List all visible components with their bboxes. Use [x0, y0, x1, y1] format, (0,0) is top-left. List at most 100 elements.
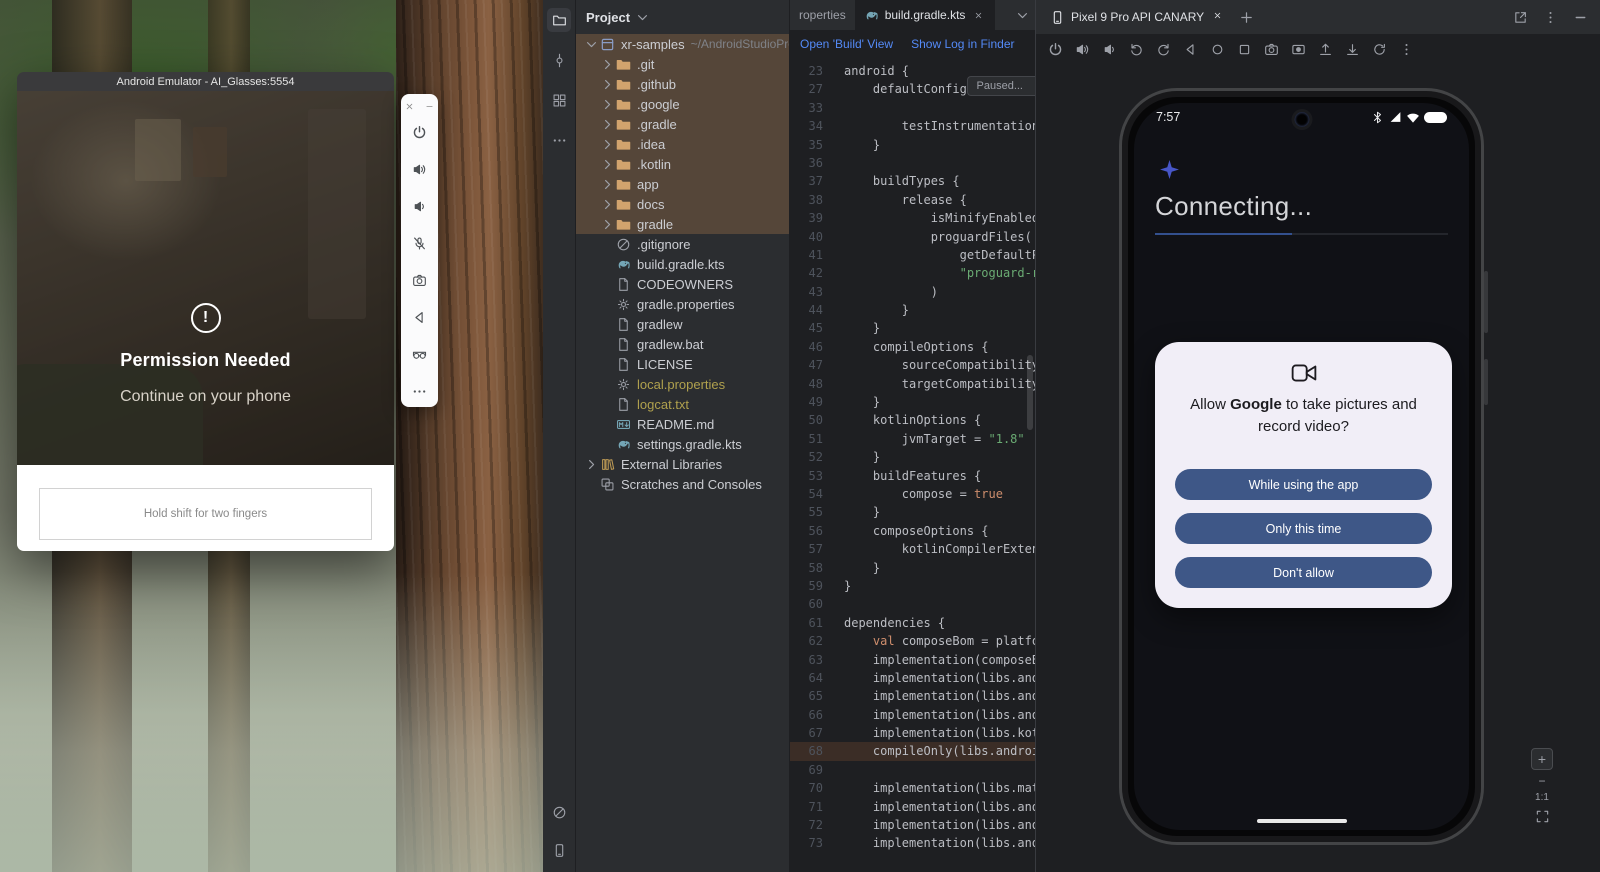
code-line-49[interactable]: 49 }: [790, 393, 1035, 411]
structure-tool-button[interactable]: [547, 88, 571, 112]
rotate-right-button[interactable]: [1152, 38, 1174, 60]
hide-panel-icon[interactable]: [1573, 10, 1588, 25]
code-line-54[interactable]: 54 compose = true: [790, 485, 1035, 503]
code-line-66[interactable]: 66 implementation(libs.andr: [790, 706, 1035, 724]
tree-item-gradle[interactable]: .gradle: [576, 114, 789, 134]
zoom-level[interactable]: 1:1: [1535, 792, 1549, 803]
download-button[interactable]: [1341, 38, 1363, 60]
volume-up-button[interactable]: [1071, 38, 1093, 60]
code-line-68[interactable]: 68 compileOnly(libs.android: [790, 742, 1035, 760]
restart-button[interactable]: [1368, 38, 1390, 60]
show-log-in-finder-link[interactable]: Show Log in Finder: [911, 37, 1014, 51]
tree-item-external-libraries[interactable]: External Libraries: [576, 454, 789, 474]
chevron-right-icon[interactable]: [584, 457, 599, 472]
tree-item-kotlin[interactable]: .kotlin: [576, 154, 789, 174]
tree-item-build-gradle-kts[interactable]: build.gradle.kts: [576, 254, 789, 274]
code-line-42[interactable]: 42 "proguard-ru: [790, 264, 1035, 282]
overview-nav-button[interactable]: [1233, 38, 1255, 60]
code-line-52[interactable]: 52 }: [790, 448, 1035, 466]
code-line-57[interactable]: 57 kotlinCompilerExtens: [790, 540, 1035, 558]
tab-build-gradle-kts[interactable]: build.gradle.kts: [855, 0, 996, 30]
home-nav-button[interactable]: [1206, 38, 1228, 60]
tree-item-gitignore[interactable]: .gitignore: [576, 234, 789, 254]
device-manager-tool-button[interactable]: [547, 838, 571, 862]
code-line-51[interactable]: 51 jvmTarget = "1.8": [790, 430, 1035, 448]
permission-button-don-t-allow[interactable]: Don't allow: [1175, 557, 1432, 588]
chevron-right-icon[interactable]: [600, 217, 615, 232]
code-line-39[interactable]: 39 isMinifyEnabled: [790, 209, 1035, 227]
volume-down-button[interactable]: [1098, 38, 1120, 60]
volume-up-button[interactable]: [408, 157, 432, 181]
tree-item-docs[interactable]: docs: [576, 194, 789, 214]
code-line-53[interactable]: 53 buildFeatures {: [790, 467, 1035, 485]
code-line-61[interactable]: 61dependencies {: [790, 614, 1035, 632]
code-line-47[interactable]: 47 sourceCompatibility: [790, 356, 1035, 374]
zoom-out-button[interactable]: −: [1538, 776, 1545, 786]
screenshot-button[interactable]: [1260, 38, 1282, 60]
close-tab-icon[interactable]: [971, 8, 986, 23]
home-indicator[interactable]: [1257, 819, 1347, 823]
device-screen[interactable]: 7:57 Connecting... Allow Google to take …: [1134, 103, 1469, 830]
more-button[interactable]: [408, 379, 432, 403]
code-editor[interactable]: 23android {27 defaultConfig {3334 testIn…: [790, 62, 1035, 872]
zoom-in-button[interactable]: +: [1531, 748, 1553, 770]
problems-tool-button[interactable]: [547, 800, 571, 824]
more-tool-button[interactable]: [547, 128, 571, 152]
code-line-65[interactable]: 65 implementation(libs.andr: [790, 687, 1035, 705]
back-nav-button[interactable]: [1179, 38, 1201, 60]
zoom-fit-icon[interactable]: [1535, 809, 1550, 824]
add-device-button[interactable]: [1239, 10, 1254, 25]
tree-item-gradle[interactable]: gradle: [576, 214, 789, 234]
back-button[interactable]: [408, 305, 432, 329]
chevron-right-icon[interactable]: [600, 77, 615, 92]
rotate-left-button[interactable]: [1125, 38, 1147, 60]
tree-item-settings-gradle-kts[interactable]: settings.gradle.kts: [576, 434, 789, 454]
code-line-70[interactable]: 70 implementation(libs.mate: [790, 779, 1035, 797]
chevron-right-icon[interactable]: [600, 137, 615, 152]
permission-button-only-this-time[interactable]: Only this time: [1175, 513, 1432, 544]
emulator-screen[interactable]: ! Permission Needed Continue on your pho…: [17, 91, 394, 465]
code-line-60[interactable]: 60: [790, 595, 1035, 613]
tree-item-scratches-and-consoles[interactable]: Scratches and Consoles: [576, 474, 789, 494]
emulator-titlebar[interactable]: Android Emulator - AI_Glasses:5554: [17, 72, 394, 91]
code-line-71[interactable]: 71 implementation(libs.andr: [790, 798, 1035, 816]
code-line-64[interactable]: 64 implementation(libs.andr: [790, 669, 1035, 687]
chevron-right-icon[interactable]: [600, 157, 615, 172]
minimize-icon[interactable]: [422, 99, 437, 114]
code-line-50[interactable]: 50 kotlinOptions {: [790, 411, 1035, 429]
tree-item-gradlew-bat[interactable]: gradlew.bat: [576, 334, 789, 354]
tree-item-github[interactable]: .github: [576, 74, 789, 94]
close-tab-icon[interactable]: [1210, 8, 1225, 26]
chevron-down-icon[interactable]: [584, 37, 599, 52]
permission-button-while-using-the-app[interactable]: While using the app: [1175, 469, 1432, 500]
tree-item-local-properties[interactable]: local.properties: [576, 374, 789, 394]
power-button[interactable]: [1044, 38, 1066, 60]
panel-options-icon[interactable]: [1543, 10, 1558, 25]
record-button[interactable]: [1287, 38, 1309, 60]
upload-button[interactable]: [1314, 38, 1336, 60]
code-line-69[interactable]: 69: [790, 761, 1035, 779]
editor-scrollbar[interactable]: [1027, 355, 1033, 430]
code-line-72[interactable]: 72 implementation(libs.andr: [790, 816, 1035, 834]
device-glasses-button[interactable]: [408, 342, 432, 366]
tree-item-git[interactable]: .git: [576, 54, 789, 74]
code-line-46[interactable]: 46 compileOptions {: [790, 338, 1035, 356]
tree-item-xr-samples[interactable]: xr-samples~/AndroidStudioProj: [576, 34, 789, 54]
camera-button[interactable]: [408, 268, 432, 292]
project-tool-button[interactable]: [547, 8, 571, 32]
project-panel-header[interactable]: Project: [576, 0, 789, 34]
open-build-view-link[interactable]: Open 'Build' View: [800, 37, 893, 51]
commit-tool-button[interactable]: [547, 48, 571, 72]
tree-item-logcat-txt[interactable]: logcat.txt: [576, 394, 789, 414]
code-line-35[interactable]: 35 }: [790, 136, 1035, 154]
chevron-down-icon[interactable]: [635, 10, 650, 25]
tree-item-gradlew[interactable]: gradlew: [576, 314, 789, 334]
code-line-36[interactable]: 36: [790, 154, 1035, 172]
chevron-right-icon[interactable]: [600, 57, 615, 72]
code-line-41[interactable]: 41 getDefaultPr: [790, 246, 1035, 264]
tree-item-google[interactable]: .google: [576, 94, 789, 114]
tab-overflow-chevron-icon[interactable]: [1009, 0, 1035, 30]
code-line-59[interactable]: 59}: [790, 577, 1035, 595]
tree-item-idea[interactable]: .idea: [576, 134, 789, 154]
power-button[interactable]: [408, 120, 432, 144]
